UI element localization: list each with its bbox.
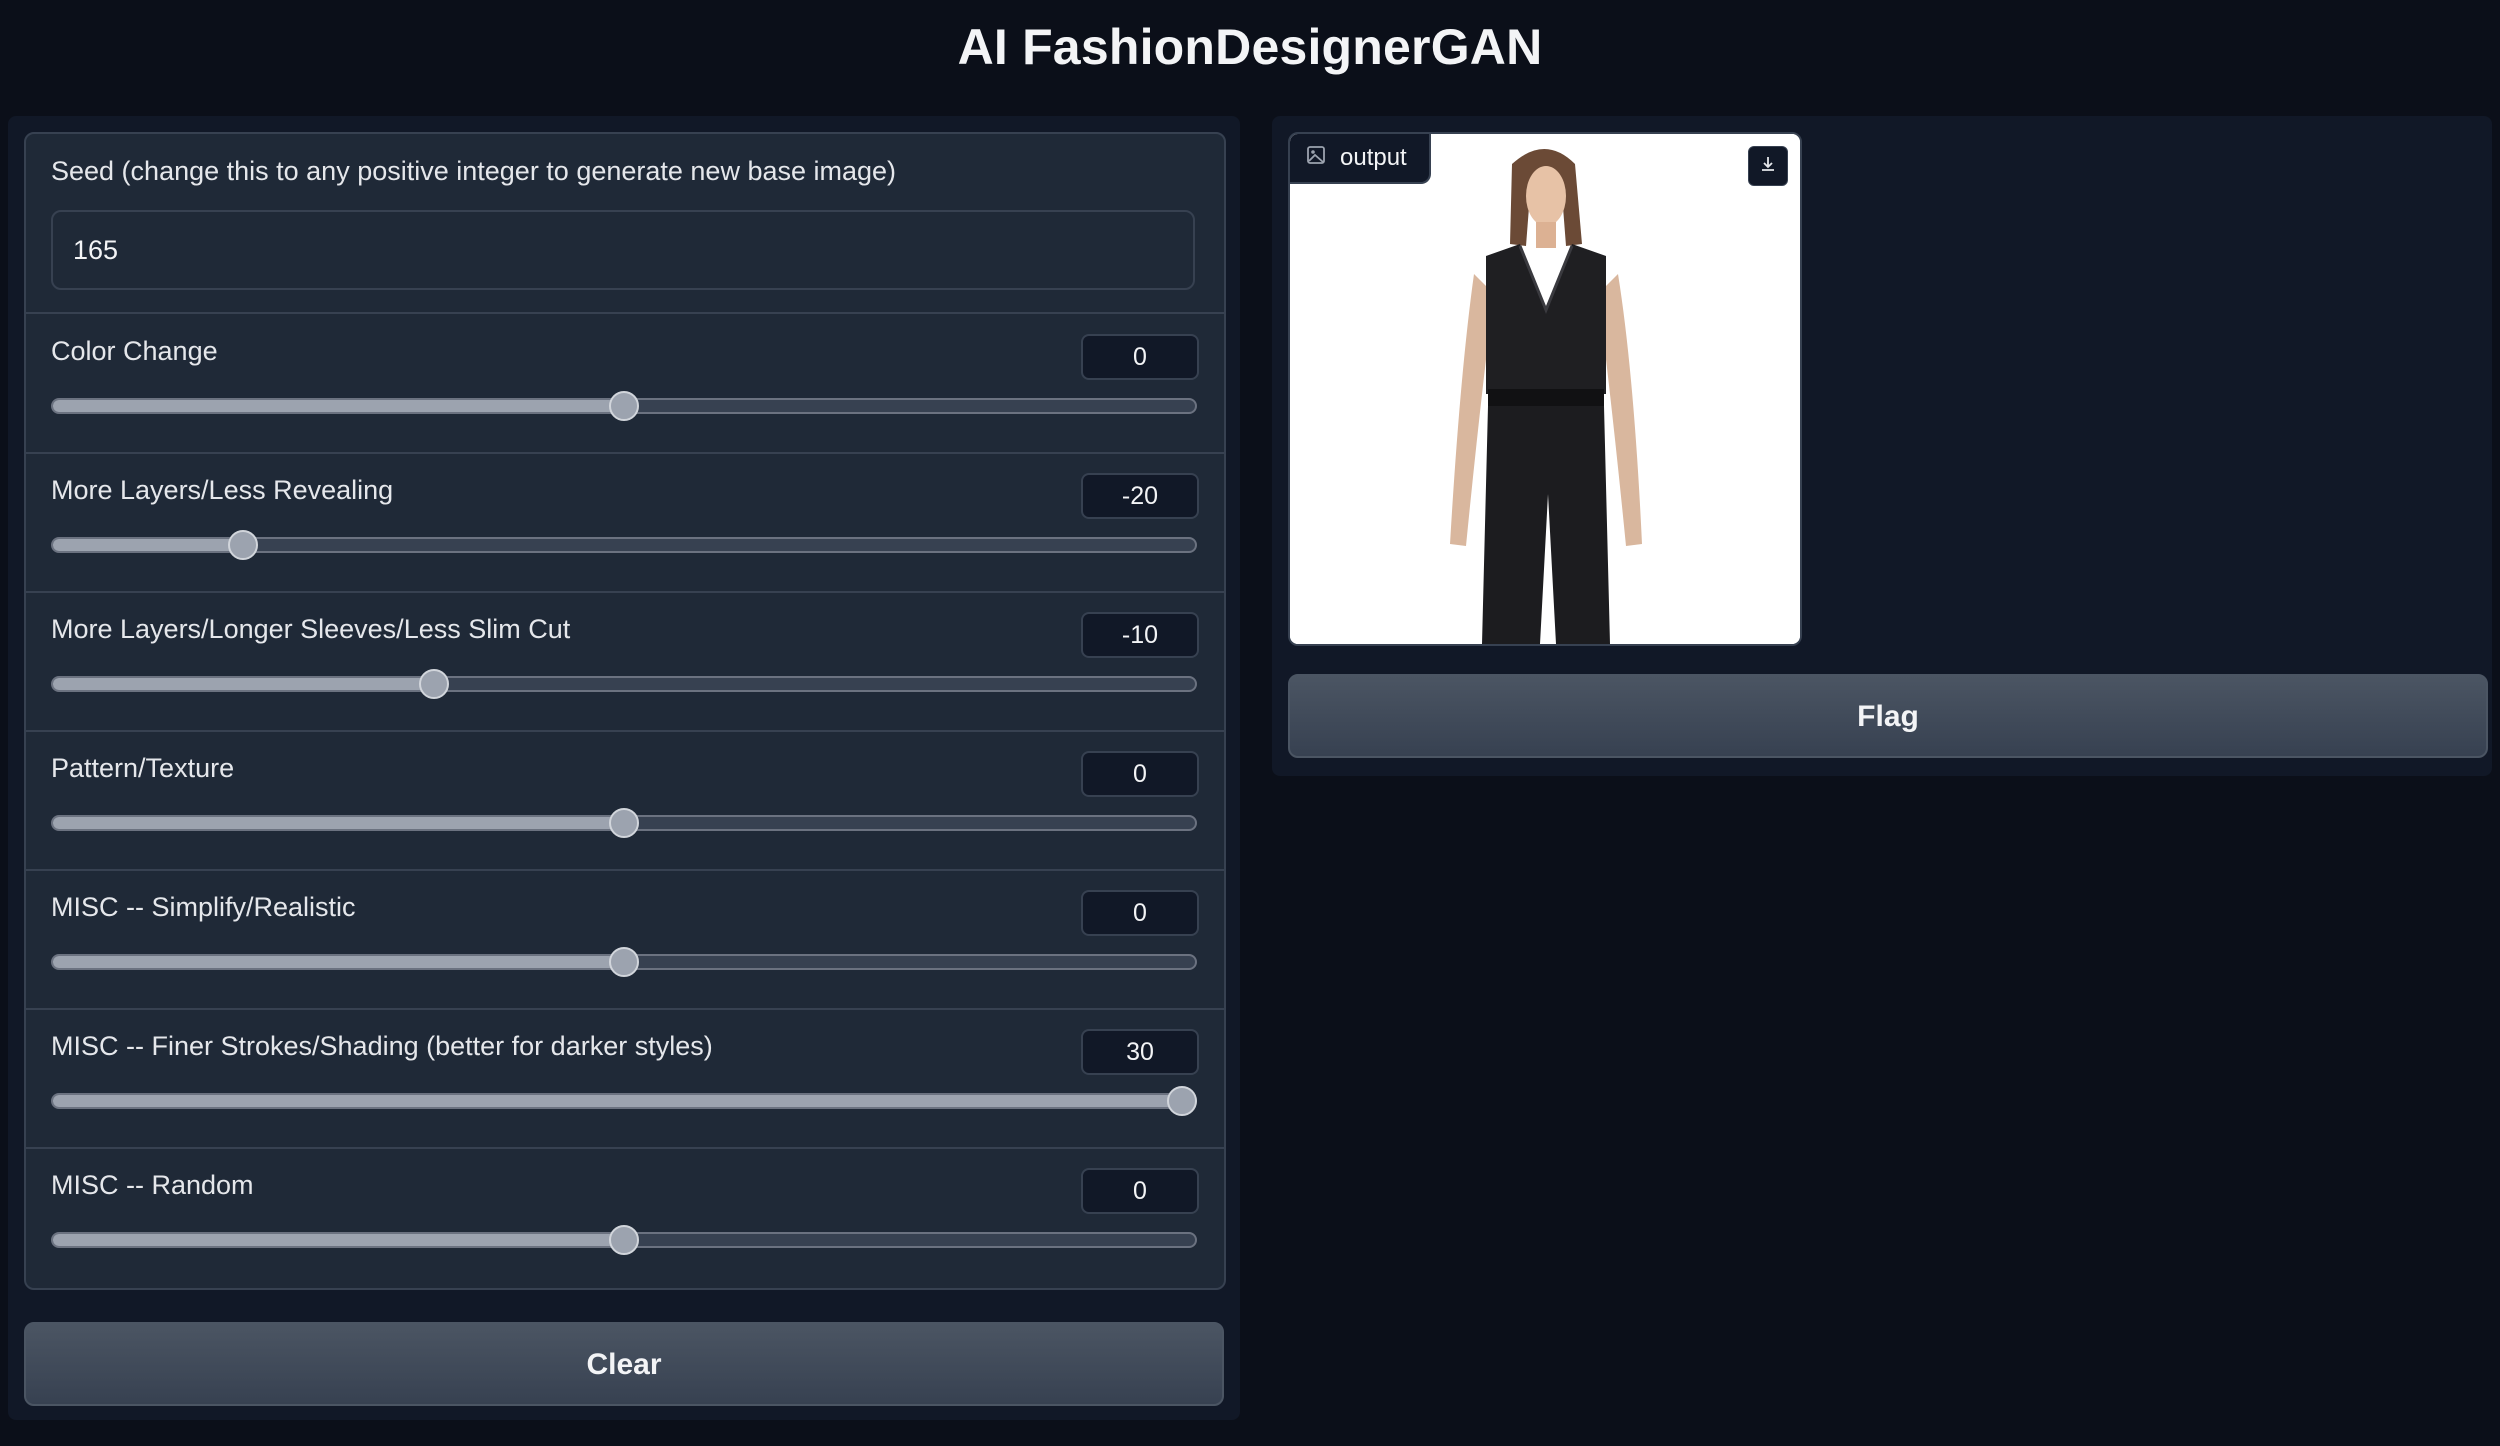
slider-value-input[interactable]: 0	[1081, 890, 1199, 936]
slider-label: Color Change	[51, 336, 218, 366]
slider-pattern-texture: Pattern/Texture 0	[26, 731, 1224, 871]
slider-value-input[interactable]: 0	[1081, 1168, 1199, 1214]
slider-value-input[interactable]: 30	[1081, 1029, 1199, 1075]
slider-value-input[interactable]: -20	[1081, 473, 1199, 519]
slider-label: MISC -- Simplify/Realistic	[51, 892, 356, 922]
slider-random: MISC -- Random 0	[26, 1148, 1224, 1286]
slider-track[interactable]	[51, 808, 1197, 838]
output-label: output	[1290, 134, 1431, 184]
slider-track[interactable]	[51, 947, 1197, 977]
slider-handle[interactable]	[609, 1225, 639, 1255]
slider-longer-sleeves: More Layers/Longer Sleeves/Less Slim Cut…	[26, 592, 1224, 732]
slider-value-input[interactable]: 0	[1081, 334, 1199, 380]
output-image: output	[1288, 132, 1802, 646]
output-panel: output Flag	[1272, 116, 2492, 776]
controls-form: Seed (change this to any positive intege…	[24, 132, 1226, 1290]
slider-fill	[53, 956, 624, 968]
slider-label: More Layers/Less Revealing	[51, 475, 394, 505]
flag-button[interactable]: Flag	[1288, 674, 2488, 758]
slider-simplify-realistic: MISC -- Simplify/Realistic 0	[26, 870, 1224, 1010]
slider-label: MISC -- Finer Strokes/Shading (better fo…	[51, 1031, 713, 1061]
input-panel: Seed (change this to any positive intege…	[8, 116, 1240, 1420]
slider-value-input[interactable]: 0	[1081, 751, 1199, 797]
slider-track[interactable]	[51, 1225, 1197, 1255]
image-icon	[1306, 134, 1326, 182]
download-icon	[1758, 154, 1778, 179]
seed-field: Seed (change this to any positive intege…	[26, 134, 1224, 314]
slider-fill	[53, 400, 624, 412]
clear-button[interactable]: Clear	[24, 1322, 1224, 1406]
slider-fill	[53, 1095, 1195, 1107]
slider-label: Pattern/Texture	[51, 753, 235, 783]
slider-finer-strokes: MISC -- Finer Strokes/Shading (better fo…	[26, 1009, 1224, 1149]
slider-handle[interactable]	[228, 530, 259, 560]
slider-fill	[53, 539, 244, 551]
slider-track[interactable]	[51, 530, 1197, 560]
generated-fashion-figure	[1290, 134, 1800, 644]
seed-label: Seed (change this to any positive intege…	[51, 156, 897, 186]
slider-fill	[53, 678, 434, 690]
slider-handle[interactable]	[609, 391, 639, 421]
slider-fill	[53, 1234, 624, 1246]
slider-handle[interactable]	[418, 669, 449, 699]
slider-handle[interactable]	[1167, 1086, 1197, 1116]
slider-label: More Layers/Longer Sleeves/Less Slim Cut	[51, 614, 571, 644]
download-button[interactable]	[1748, 146, 1788, 186]
slider-color-change: Color Change 0	[26, 314, 1224, 454]
slider-track[interactable]	[51, 1086, 1197, 1116]
slider-value-input[interactable]: -10	[1081, 612, 1199, 658]
slider-label: MISC -- Random	[51, 1170, 254, 1200]
slider-more-layers-less-revealing: More Layers/Less Revealing -20	[26, 453, 1224, 593]
slider-track[interactable]	[51, 391, 1197, 421]
app-title: AI FashionDesignerGAN	[957, 19, 1543, 75]
slider-track[interactable]	[51, 669, 1197, 699]
output-label-text: output	[1340, 144, 1407, 171]
seed-input[interactable]	[51, 210, 1195, 290]
slider-handle[interactable]	[609, 808, 639, 838]
slider-fill	[53, 817, 624, 829]
slider-handle[interactable]	[609, 947, 639, 977]
